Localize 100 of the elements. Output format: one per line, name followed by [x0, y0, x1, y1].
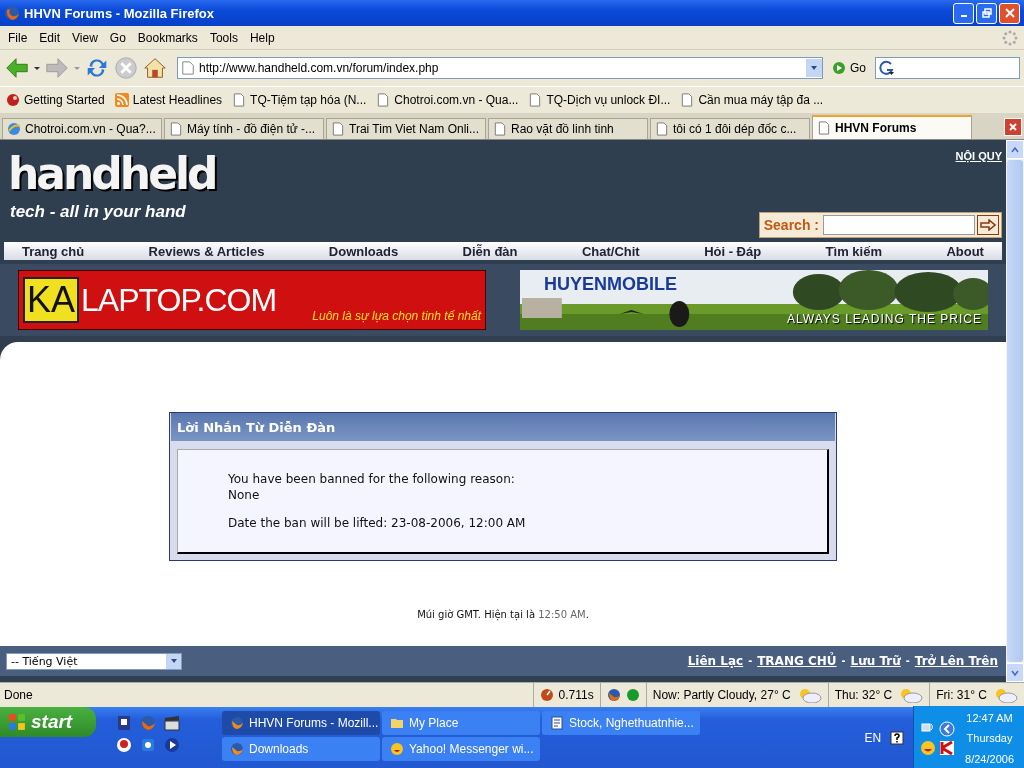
browser-tab[interactable]: Trai Tim Viet Nam Onli... — [326, 118, 486, 139]
bookmark-item[interactable]: TQ-Dịch vụ unlock ĐI... — [528, 93, 671, 107]
menu-item[interactable]: File — [2, 30, 34, 45]
taskbar-button[interactable]: Downloads — [222, 737, 380, 761]
close-button[interactable] — [999, 2, 1020, 24]
bookmark-item[interactable]: Cần mua máy tập đa ... — [680, 93, 824, 107]
scroll-up-icon[interactable] — [1011, 145, 1019, 154]
page-icon — [169, 122, 183, 136]
clapper-icon[interactable] — [164, 715, 180, 731]
nav-link[interactable]: Trang chủ — [22, 243, 85, 259]
firefox-icon — [606, 688, 621, 702]
search-button[interactable] — [977, 215, 999, 235]
browser-tab[interactable]: tôi có 1 đôi dép đốc c... — [650, 118, 810, 139]
nav-link[interactable]: Diễn đàn — [462, 243, 518, 259]
menu-item[interactable]: Tools — [203, 30, 244, 45]
taskbar-button[interactable]: Stock, Nghethuatnhie... — [542, 711, 700, 735]
search-engine-icon[interactable] — [879, 60, 895, 76]
scroll-down-icon[interactable] — [1011, 668, 1019, 677]
start-button[interactable]: start — [0, 707, 96, 737]
bookmark-item[interactable]: Chotroi.com.vn - Qua... — [376, 93, 519, 107]
rules-link[interactable]: NỘI QUY — [955, 150, 1002, 162]
browser-tab[interactable]: Rao vặt đồ linh tinh — [488, 118, 648, 139]
nav-link[interactable]: Tìm kiếm — [825, 243, 882, 259]
footer-link[interactable]: TRANG CHỦ — [757, 654, 837, 668]
gauge-icon — [539, 688, 554, 702]
nav-link[interactable]: About — [946, 243, 984, 259]
taskbar-button[interactable]: Yahoo! Messenger wi... — [382, 737, 540, 761]
separator-text: - — [841, 654, 846, 668]
address-field[interactable]: http://www.handheld.com.vn/forum/index.php — [177, 57, 823, 79]
home-icon[interactable] — [142, 55, 168, 81]
nav-link[interactable]: Hỏi - Đáp — [704, 243, 762, 259]
document-icon — [550, 716, 564, 730]
close-tab-button[interactable] — [1004, 118, 1022, 136]
menu-item[interactable]: Go — [103, 30, 132, 45]
caret-icon[interactable] — [33, 64, 41, 72]
bookmark-item[interactable]: TQ-Tiệm tạp hóa (N... — [232, 93, 367, 107]
message-text: You have been banned for the following reason: — [228, 472, 516, 486]
status-dot-icon — [625, 688, 640, 702]
browser-tab[interactable]: HHVN Forums — [812, 115, 972, 139]
restore-button[interactable] — [976, 2, 997, 24]
footer-link[interactable]: Liên Lạc — [687, 654, 744, 668]
load-time-text: 0.711s — [558, 688, 594, 702]
folder-icon — [390, 716, 404, 730]
shield-icon[interactable] — [939, 740, 956, 756]
separator-text: - — [905, 654, 910, 668]
message-text: None — [228, 488, 261, 502]
globe-icon — [7, 122, 21, 136]
status-text: Done — [3, 688, 34, 702]
laptop-banner[interactable]: KA LAPTOP.COM Luôn là sự lựa chọn tinh tế nhất — [18, 270, 486, 330]
footer-link[interactable]: Lưu Trữ — [850, 654, 901, 668]
banner-slogan: ALWAYS LEADING THE PRICE — [787, 312, 982, 326]
page-icon — [493, 122, 507, 136]
browser-tab[interactable]: Chotroi.com.vn - Qua?... — [2, 118, 162, 139]
minimize-button[interactable] — [953, 2, 974, 24]
app-icon[interactable] — [116, 715, 132, 731]
language-select[interactable]: -- Tiếng Việt — [6, 652, 182, 670]
search-field[interactable] — [875, 57, 1020, 79]
language-indicator[interactable]: EN — [864, 730, 882, 745]
go-button[interactable]: Go — [826, 61, 872, 75]
taskbar-button[interactable]: My Place — [382, 711, 540, 735]
dropdown-button[interactable] — [806, 59, 822, 77]
separator-text: - — [748, 654, 753, 668]
page-icon — [817, 121, 831, 135]
caret-icon — [810, 64, 818, 72]
page-icon — [655, 122, 669, 136]
banner-brand-mark: KA — [23, 277, 80, 323]
footer-link[interactable]: Trở Lên Trên — [914, 654, 998, 668]
mobile-banner[interactable]: HUYENMOBILE ALWAYS LEADING THE PRICE — [520, 270, 988, 330]
page-icon — [232, 93, 247, 107]
bookmark-item[interactable]: Getting Started — [6, 93, 105, 107]
window-title: HHVN Forums - Mozilla Firefox — [24, 5, 215, 21]
site-logo[interactable]: handheld — [8, 146, 216, 202]
menu-item[interactable]: Edit — [33, 30, 67, 45]
bookmark-item[interactable]: Latest Headlines — [114, 93, 223, 107]
expand-icon[interactable] — [939, 721, 956, 737]
weather-text: Now: Partly Cloudy, 27° C — [652, 688, 791, 702]
page-icon — [331, 122, 345, 136]
message-text: Date the ban will be lifted: 23-08-2006, 12:00 AM — [228, 516, 527, 530]
app-icon[interactable] — [116, 737, 132, 753]
menu-item[interactable]: View — [66, 30, 104, 45]
clock-date: 8/24/2006 — [965, 752, 1014, 765]
smiley-icon[interactable] — [920, 740, 937, 756]
taskbar-button[interactable]: HHVN Forums - Mozill... — [222, 711, 380, 735]
help-icon[interactable] — [889, 729, 906, 746]
windows-flag-icon — [8, 713, 26, 731]
search-field[interactable] — [823, 215, 975, 235]
feed-icon — [114, 93, 129, 107]
banner-brand: LAPTOP.COM — [81, 281, 277, 319]
app-icon[interactable] — [140, 737, 156, 753]
nav-link[interactable]: Chat/Chit — [581, 243, 640, 259]
nav-link[interactable]: Reviews & Articles — [148, 243, 265, 259]
banner-brand: HUYENMOBILE — [543, 274, 677, 295]
nav-link[interactable]: Downloads — [328, 243, 399, 259]
arrow-icon — [980, 219, 996, 231]
firefox-icon — [4, 5, 20, 21]
menu-item[interactable]: Help — [243, 30, 281, 45]
play-icon[interactable] — [164, 737, 180, 753]
clock-day: Thursday — [966, 732, 1013, 745]
menu-item[interactable]: Bookmarks — [131, 30, 204, 45]
browser-tab[interactable]: Máy tính - đồ điện tử -... — [164, 118, 324, 139]
